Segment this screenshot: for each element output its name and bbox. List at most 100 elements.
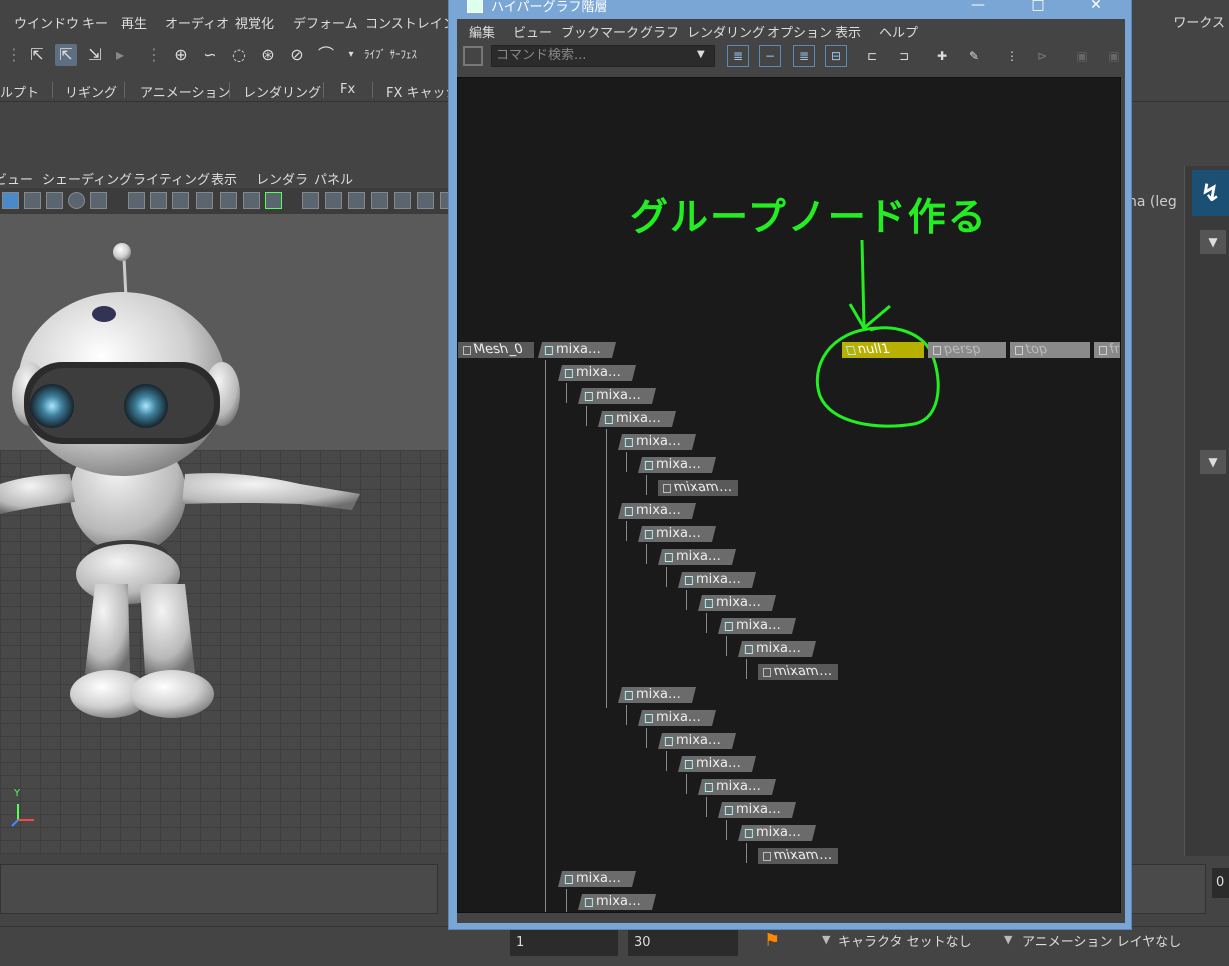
node-mixa[interactable]: mixa… [578,388,656,404]
right-dropdown-1[interactable]: ▼ [1200,230,1226,254]
node-mixa-root[interactable]: mixa… [538,342,616,358]
node-mixa[interactable]: mixa… [658,733,736,749]
viewport-menu-panels[interactable]: パネル [314,169,353,188]
input-output-icon[interactable]: ⊳ [1031,45,1053,67]
hypergraph-titlebar[interactable]: ハイパーグラフ階層 — □ ✕ [449,0,1131,19]
snap-view-icon[interactable]: ⊛ [257,44,279,66]
shelf-tab-rendering[interactable]: レンダリング [243,82,321,101]
viewport-menu-renderer[interactable]: レンダラ [256,169,308,188]
node-mixa[interactable]: mixa… [698,595,776,611]
expand-icon[interactable]: ≣ [793,45,815,67]
menu-key[interactable]: キー [82,13,108,32]
node-mixa[interactable]: mixa… [578,894,656,910]
range-end-field[interactable]: 30 [628,930,738,956]
bookmark-icon[interactable] [196,192,213,209]
current-frame-field[interactable]: 0 [1212,868,1229,898]
viewport-3d[interactable]: Y [0,214,460,854]
hg-menu-view[interactable]: ビュー [513,22,552,41]
select-component-icon[interactable]: ⇲ [84,44,106,66]
hg-menu-show[interactable]: 表示 [835,22,861,41]
command-search-dropdown-icon[interactable]: ▼ [697,49,705,60]
field-chart-icon[interactable] [394,192,411,209]
frame-icon[interactable] [24,192,41,209]
node-mixa[interactable]: mixa… [638,526,716,542]
command-search-input[interactable]: コマンド検索... [491,45,715,67]
range-start-field[interactable]: 1 [510,930,618,956]
menu-audio[interactable]: オーディオ [165,13,229,32]
viewport-menu-lighting[interactable]: ライティング [133,169,210,188]
node-mixa[interactable]: mixa… [698,779,776,795]
menu-playback[interactable]: 再生 [121,13,147,32]
node-mixa[interactable]: mixa… [678,572,756,588]
command-search-icon[interactable] [463,46,483,66]
node-mixa[interactable]: mixa… [678,756,756,772]
node-mixa[interactable]: mixa… [738,641,816,657]
gate-mask-icon[interactable] [371,192,388,209]
snap-surface-icon[interactable]: ⊘ [286,44,308,66]
grid-shade-icon[interactable] [46,192,63,209]
time-slider-right[interactable] [1130,864,1206,914]
collapse-icon[interactable]: − [759,45,781,67]
node-persp[interactable]: persp [928,342,1006,358]
node-mixam[interactable]: mixam… [758,848,838,864]
node-mixa[interactable]: mixa… [658,549,736,565]
menu-deform[interactable]: デフォーム [293,13,358,32]
toolbar-collapse-icon[interactable]: ▸ [116,44,124,66]
node-mixa[interactable]: mixa… [558,871,636,887]
resolution-gate-icon[interactable] [348,192,365,209]
safe-action-icon[interactable] [417,192,434,209]
image-plane-icon[interactable] [220,192,237,209]
more-options-icon[interactable]: ⋮ [1001,45,1023,67]
shelf-tab-sculpt[interactable]: ルプト [0,82,39,101]
snap-curve-icon[interactable]: ∽ [199,44,221,66]
live-surface-field[interactable]: ﾗｲﾌﾞ ｻｰﾌｪｽ [364,46,417,62]
hg-menu-edit[interactable]: 編集 [469,22,495,41]
character-set-dropdown-icon[interactable]: ▼ [822,933,830,946]
camera-icon[interactable] [128,192,145,209]
sphere-shade-icon[interactable] [68,192,85,209]
node-mixa[interactable]: mixa… [598,411,676,427]
maximize-icon[interactable]: □ [1015,0,1061,15]
auto-key-icon[interactable]: ⚑ [764,930,784,954]
menu-visualize[interactable]: 視覚化 [235,13,274,32]
node-mixa[interactable]: mixa… [738,825,816,841]
downstream-icon[interactable]: ⊐ [893,45,915,67]
node-mixam[interactable]: mixam… [658,480,738,496]
anim-layer-field[interactable]: アニメーション レイヤなし [1022,930,1197,956]
character-set-field[interactable]: キャラクタ セットなし [838,930,988,956]
snapshot-icon[interactable]: ▣ [1071,45,1093,67]
snap-grid-icon[interactable]: ⊕ [170,44,192,66]
anim-layer-dropdown-icon[interactable]: ▼ [1004,933,1012,946]
pencil-icon[interactable] [265,192,282,209]
hg-menu-rendering[interactable]: レンダリング [687,22,765,41]
render-icon[interactable]: ▣ [1103,45,1125,67]
shelf-tab-rigging[interactable]: リギング [65,82,117,101]
node-mixa[interactable]: mixa… [618,434,696,450]
grid-icon[interactable] [302,192,319,209]
camera-attr-icon[interactable] [150,192,167,209]
node-mixa[interactable]: mixa… [718,618,796,634]
viewport-menu-view[interactable]: ビュー [0,169,33,188]
node-mixa[interactable]: mixa… [618,687,696,703]
hg-menu-bookmarks[interactable]: ブックマーク [561,22,639,41]
minimize-icon[interactable]: — [955,0,1001,15]
select-hierarchy-icon[interactable]: ⇱ [26,44,48,66]
hypergraph-canvas[interactable]: グループノード作る Mesh_0 mixa… null1 persp top f… [457,77,1121,913]
robot-model[interactable] [0,234,380,734]
menu-window[interactable]: ウインドウ [14,13,79,32]
node-mixa[interactable]: mixa… [638,457,716,473]
node-null1[interactable]: null1 [842,342,924,358]
upstream-icon[interactable]: ⊏ [861,45,883,67]
select-object-icon[interactable]: ⇱ [55,44,77,66]
node-top[interactable]: top [1010,342,1090,358]
node-mixam[interactable]: mixam… [758,664,838,680]
edit-bookmark-icon[interactable]: ✎ [963,45,985,67]
node-mixa[interactable]: mixa… [638,710,716,726]
viewport-menu-show[interactable]: 表示 [211,169,237,188]
film-gate-icon[interactable] [325,192,342,209]
workspace-label[interactable]: ワークス [1173,12,1225,31]
time-slider[interactable] [0,864,438,914]
node-mixa[interactable]: mixa… [558,365,636,381]
hierarchy-view-icon[interactable]: ≣ [727,45,749,67]
snap-dropdown-icon[interactable]: ▾ [340,44,362,66]
